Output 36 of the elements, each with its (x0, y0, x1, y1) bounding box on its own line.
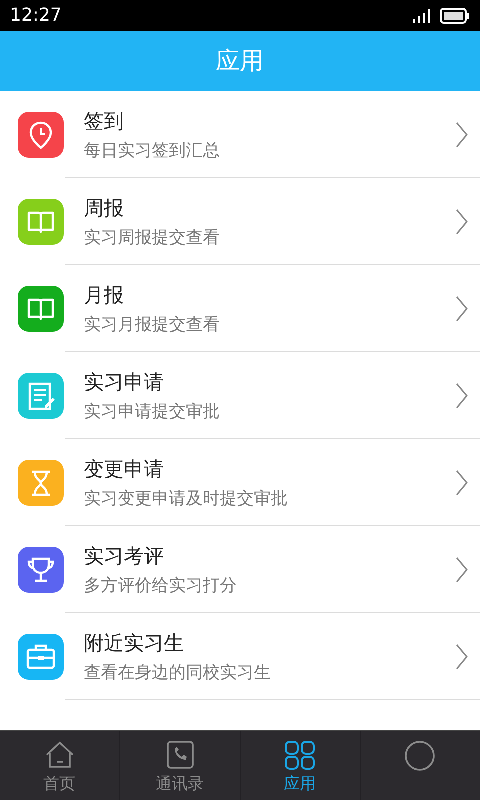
chevron-right-icon (456, 470, 468, 496)
app-list-item[interactable]: 变更申请 实习变更申请及时提交审批 (0, 439, 480, 526)
grid-icon (283, 739, 318, 771)
item-subtitle: 实习周报提交查看 (84, 226, 221, 250)
item-subtitle: 每日实习签到汇总 (84, 140, 221, 162)
item-title: 实习申请 (84, 368, 165, 396)
chevron-right-icon (456, 296, 468, 322)
chevron-right-icon (456, 556, 468, 582)
item-title: 签到 (84, 108, 125, 134)
app-list-item[interactable]: 月报 实习月报提交查看 (0, 265, 480, 352)
item-title: 附近实习生 (84, 630, 185, 656)
app-list-item[interactable]: 实习申请 实习申请提交审批 (0, 352, 480, 439)
nav-tab[interactable]: 应用 (240, 731, 360, 800)
page-title: 应用 (216, 46, 264, 77)
status-time: 12:27 (10, 4, 62, 28)
app-list-item[interactable]: 周报 实习周报提交查看 (0, 178, 480, 265)
app-list-item[interactable]: 实习考评 多方评价给实习打分 (0, 526, 480, 613)
circle-icon (403, 739, 438, 771)
battery-icon (440, 8, 470, 24)
chevron-right-icon (456, 644, 468, 670)
chevron-right-icon (456, 382, 468, 408)
item-title: 周报 (84, 194, 125, 222)
app-list-item[interactable]: 附近实习生 查看在身边的同校实习生 (0, 613, 480, 700)
item-title: 变更申请 (84, 456, 165, 482)
app-list-item[interactable]: 签到 每日实习签到汇总 (0, 91, 480, 178)
item-subtitle: 实习月报提交查看 (84, 314, 221, 336)
item-subtitle: 实习变更申请及时提交审批 (84, 488, 289, 510)
item-title: 实习考评 (84, 542, 165, 570)
nav-tab[interactable]: 通讯录 (119, 731, 240, 800)
item-subtitle: 多方评价给实习打分 (84, 574, 238, 598)
item-title: 月报 (84, 282, 125, 308)
item-subtitle: 查看在身边的同校实习生 (84, 662, 272, 684)
chevron-right-icon (456, 122, 468, 148)
item-subtitle: 实习申请提交审批 (84, 400, 221, 424)
chevron-right-icon (456, 208, 468, 234)
nav-tab[interactable]: 首页 (0, 731, 120, 800)
